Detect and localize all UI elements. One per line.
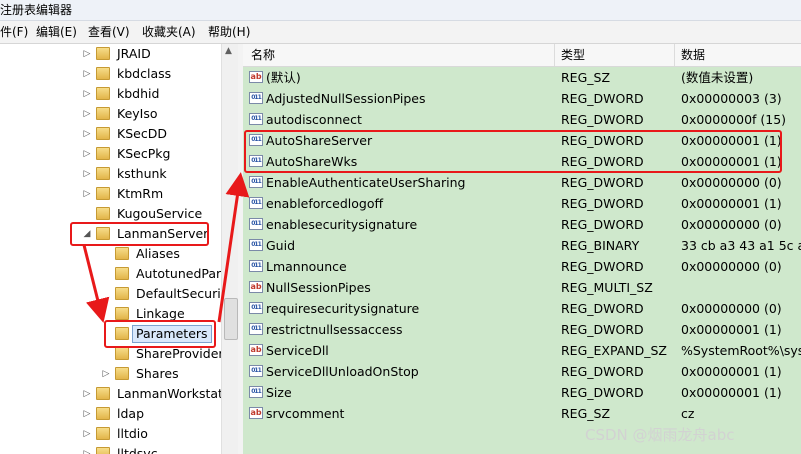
annotation-arrows: [82, 172, 250, 323]
arrow-to-parameters: [82, 244, 110, 323]
arrow-to-autoshare: [217, 172, 250, 323]
csdn-watermark: CSDN @烟雨龙舟abc: [585, 426, 735, 444]
